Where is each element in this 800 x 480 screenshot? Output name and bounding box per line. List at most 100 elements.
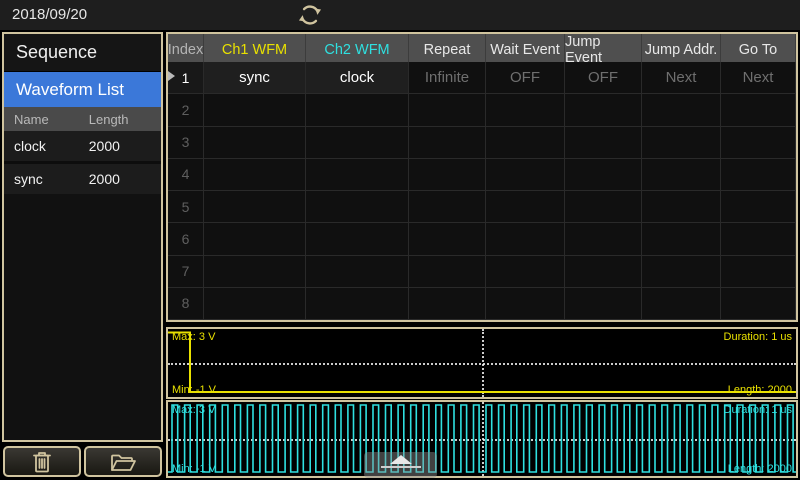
jump-event-cell[interactable] (565, 94, 642, 125)
date-display: 2018/09/20 (12, 0, 87, 30)
sidebar-item-waveform-list[interactable]: Waveform List (4, 72, 161, 107)
go-to-cell[interactable] (721, 288, 796, 319)
waveform-length: 2000 (89, 171, 120, 187)
jump-event-cell[interactable] (565, 127, 642, 158)
length-column-header: Length (89, 112, 129, 127)
ch1-wfm-cell[interactable] (204, 94, 306, 125)
ch1-waveform-trace (168, 329, 796, 397)
go-to-cell[interactable]: Next (721, 62, 796, 93)
wait-event-cell[interactable]: OFF (486, 62, 565, 93)
wait-event-cell[interactable] (486, 94, 565, 125)
sequence-row: 7 (168, 256, 796, 288)
top-bar: 2018/09/20 (0, 0, 800, 30)
index-cell: 6 (168, 223, 204, 254)
ch1-wfm-cell[interactable] (204, 223, 306, 254)
waveform-name: sync (4, 171, 89, 187)
ch2-wfm-cell[interactable] (306, 256, 409, 287)
refresh-icon[interactable] (297, 2, 323, 28)
repeat-cell[interactable] (409, 223, 486, 254)
jump-addr-cell[interactable] (642, 127, 721, 158)
sequence-row: 6 (168, 223, 796, 255)
jump-addr-cell[interactable] (642, 191, 721, 222)
go-to-cell[interactable] (721, 223, 796, 254)
index-cell: 5 (168, 191, 204, 222)
repeat-cell[interactable] (409, 256, 486, 287)
go-to-cell[interactable] (721, 127, 796, 158)
jump-addr-cell[interactable] (642, 223, 721, 254)
name-column-header: Name (4, 112, 89, 127)
ch2-wfm-cell[interactable] (306, 288, 409, 319)
jump-event-cell[interactable]: OFF (565, 62, 642, 93)
panel-drag-handle[interactable] (364, 452, 437, 478)
drag-bar (381, 466, 421, 468)
go-to-cell[interactable] (721, 256, 796, 287)
wait-event-cell[interactable] (486, 288, 565, 319)
go-to-cell[interactable] (721, 94, 796, 125)
sidebar-title: Sequence (4, 34, 161, 72)
sequence-table: IndexCh1 WFMCh2 WFMRepeatWait EventJump … (166, 32, 798, 322)
ch2-wfm-cell[interactable] (306, 191, 409, 222)
repeat-cell[interactable] (409, 159, 486, 190)
sequence-table-header: IndexCh1 WFMCh2 WFMRepeatWait EventJump … (168, 34, 796, 62)
waveform-list-header: Name Length (4, 107, 161, 131)
ch1-wfm-cell[interactable] (204, 288, 306, 319)
ch2-waveform-preview: Max: 3 V Duration: 1 us Min: -1 V Length… (166, 400, 798, 478)
wait-event-cell[interactable] (486, 256, 565, 287)
jump-addr-cell[interactable] (642, 159, 721, 190)
repeat-cell[interactable] (409, 288, 486, 319)
list-item[interactable]: clock2000 (4, 131, 161, 161)
wait-event-cell[interactable] (486, 127, 565, 158)
jump-addr-cell[interactable] (642, 256, 721, 287)
repeat-cell[interactable] (409, 191, 486, 222)
index-cell: 7 (168, 256, 204, 287)
ch2-waveform-trace (168, 402, 796, 476)
go-to-cell[interactable] (721, 191, 796, 222)
sequence-row: 3 (168, 127, 796, 159)
sequence-row: 5 (168, 191, 796, 223)
wait-event-cell[interactable] (486, 191, 565, 222)
jump-addr-cell[interactable] (642, 288, 721, 319)
jump-event-cell[interactable] (565, 191, 642, 222)
jump-event-cell[interactable] (565, 288, 642, 319)
sequence-sidebar: Sequence Waveform List Name Length clock… (2, 32, 163, 442)
index-cell: 4 (168, 159, 204, 190)
jump-event-cell[interactable] (565, 159, 642, 190)
delete-button[interactable] (3, 446, 81, 477)
repeat-cell[interactable] (409, 94, 486, 125)
wait-event-cell[interactable] (486, 159, 565, 190)
sequence-row: 1syncclockInfiniteOFFOFFNextNext (168, 62, 796, 94)
wait-event-cell[interactable] (486, 223, 565, 254)
waveform-length: 2000 (89, 138, 120, 154)
ch1-wfm-cell[interactable] (204, 159, 306, 190)
sequence-table-body: 1syncclockInfiniteOFFOFFNextNext2345678 (168, 62, 796, 320)
ch1-wfm-cell[interactable] (204, 127, 306, 158)
go-to-cell[interactable] (721, 159, 796, 190)
jump-addr-cell[interactable] (642, 94, 721, 125)
list-item[interactable]: sync2000 (4, 164, 161, 194)
arrow-up-icon (390, 455, 412, 464)
index-cell: 2 (168, 94, 204, 125)
ch1-wfm-cell[interactable] (204, 191, 306, 222)
jump-event-cell[interactable] (565, 256, 642, 287)
ch1-waveform-preview: Max: 3 V Duration: 1 us Min: -1 V Length… (166, 327, 798, 399)
sequence-row: 2 (168, 94, 796, 126)
index-cell: 1 (168, 62, 204, 93)
ch2-wfm-cell[interactable] (306, 127, 409, 158)
ch2-wfm-cell[interactable] (306, 159, 409, 190)
current-row-marker (168, 71, 175, 81)
ch2-wfm-cell[interactable] (306, 223, 409, 254)
folder-open-icon (109, 450, 137, 474)
ch1-wfm-cell[interactable]: sync (204, 62, 306, 93)
index-cell: 8 (168, 288, 204, 319)
ch1-wfm-cell[interactable] (204, 256, 306, 287)
index-cell: 3 (168, 127, 204, 158)
sequence-row: 8 (168, 288, 796, 320)
repeat-cell[interactable] (409, 127, 486, 158)
repeat-cell[interactable]: Infinite (409, 62, 486, 93)
jump-addr-cell[interactable]: Next (642, 62, 721, 93)
ch2-wfm-cell[interactable] (306, 94, 409, 125)
open-button[interactable] (84, 446, 162, 477)
waveform-list-rows: clock2000sync2000 (4, 131, 161, 194)
jump-event-cell[interactable] (565, 223, 642, 254)
ch2-wfm-cell[interactable]: clock (306, 62, 409, 93)
